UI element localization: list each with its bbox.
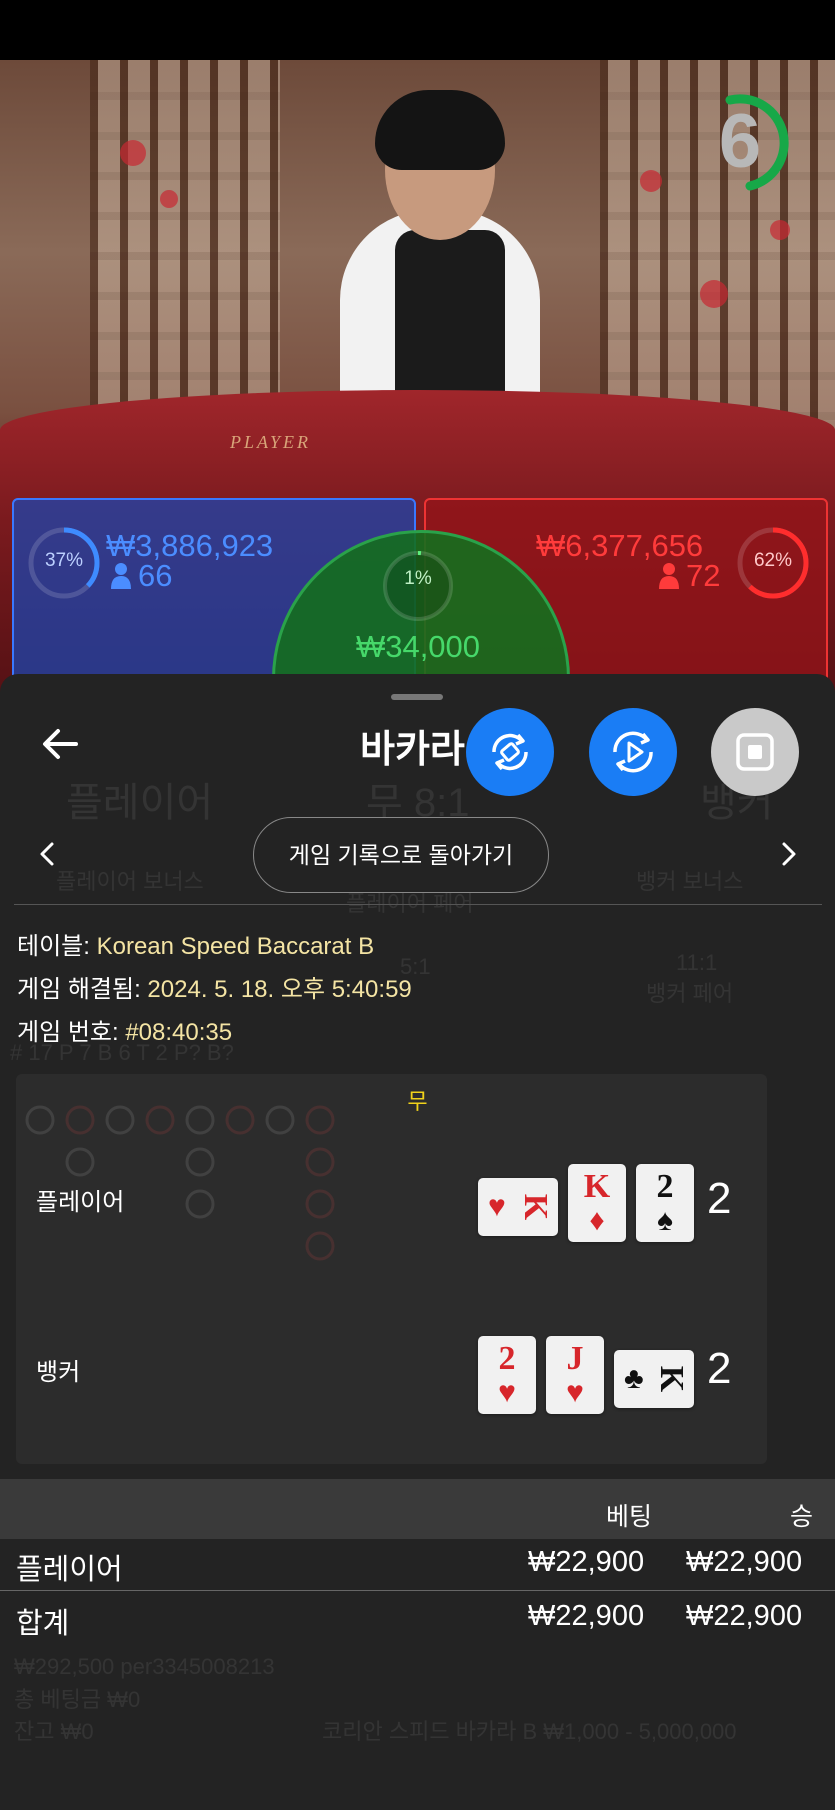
total-bet: ₩22,900 [528, 1600, 645, 1632]
ghost-player: 플레이어 [66, 781, 214, 825]
arrow-left-icon [43, 729, 78, 759]
chevron-right-icon [782, 842, 796, 866]
sheet-drag-handle[interactable] [391, 694, 443, 700]
player-bettor-count: 66 [138, 558, 173, 593]
game-number-value: #08:40:35 [125, 1019, 233, 1046]
player-card-suit-icon: ♦ [589, 1204, 605, 1237]
chevron-left-icon [40, 842, 54, 866]
resolved-info-value: 2024. 5. 18. 오후 5:40:59 [147, 976, 412, 1003]
bets-table-header: 베팅 승 [0, 1479, 835, 1539]
sync-icon [492, 733, 528, 771]
banker-card-rank: K [653, 1365, 691, 1393]
banker-user-icon [658, 562, 680, 590]
result-outcome: 무 [407, 1089, 428, 1114]
row-win: ₩22,900 [686, 1546, 803, 1578]
total-row: 합계 ₩22,900 ₩22,900 [0, 1590, 835, 1640]
player-card-2: K ♦ [568, 1164, 626, 1242]
stop-icon [736, 733, 774, 771]
banker-hand-label: 뱅커 [36, 1359, 81, 1386]
game-number-info: 게임 번호: #08:40:35 [17, 1012, 232, 1047]
player-hand-label: 플레이어 [36, 1189, 125, 1216]
ghost-balance-2: 총 베팅금 ₩0 [14, 1687, 141, 1712]
banker-bettor-count: 72 [686, 558, 721, 593]
ghost-banker-pair: 뱅커 페어 [646, 981, 734, 1006]
previous-game-button[interactable] [32, 834, 64, 874]
banker-card-2: J ♥ [546, 1336, 604, 1414]
banker-hand-total: 2 [707, 1344, 732, 1393]
banker-card-3: K ♣ [614, 1350, 694, 1408]
status-bar [0, 0, 835, 60]
player-card-rank: K [583, 1168, 611, 1205]
player-bet-amount: ₩3,886,923 [106, 528, 274, 563]
banker-card-suit-icon: ♥ [498, 1376, 516, 1409]
player-hand-total: 2 [707, 1174, 732, 1223]
table-player-word: PLAYER [230, 432, 312, 452]
win-column-header: 승 [790, 1503, 814, 1531]
banker-card-suit-icon: ♣ [624, 1362, 644, 1395]
ghost-balance-3: 잔고 ₩0 [14, 1719, 94, 1744]
total-name: 합계 [16, 1608, 70, 1640]
ghost-banker-bonus: 뱅커 보너스 [636, 869, 744, 894]
divider [14, 904, 822, 905]
ghost-player-bonus: 플레이어 보너스 [56, 869, 204, 894]
player-card-rank: K [517, 1193, 555, 1221]
table-info: 테이블: Korean Speed Baccarat B [17, 926, 374, 961]
resolved-info: 게임 해결됨: 2024. 5. 18. 오후 5:40:59 [17, 969, 412, 1004]
game-history-sheet: 플레이어 무 8:1 뱅커 플레이어 보너스 플레이어 페어 뱅커 보너스 5:… [0, 674, 835, 1810]
banker-card-rank: J [566, 1340, 584, 1377]
banker-percent: 62% [753, 550, 793, 571]
back-button[interactable] [36, 718, 88, 770]
countdown-number: 6 [718, 99, 762, 184]
table-row: 플레이어 ₩22,900 ₩22,900 [0, 1538, 835, 1588]
banker-card-rank: 2 [498, 1340, 516, 1377]
page-title: 바카라 [360, 729, 465, 771]
next-game-button[interactable] [772, 834, 804, 874]
ghost-table-limits: 코리안 스피드 바카라 B ₩1,000 - 5,000,000 [322, 1719, 737, 1744]
stop-button[interactable] [711, 708, 799, 796]
ghost-balance-1: ₩292,500 per3345008213 [14, 1654, 275, 1679]
resolved-info-label: 게임 해결됨: [17, 976, 141, 1003]
player-card-3: 2 ♠ [636, 1164, 694, 1242]
row-bet: ₩22,900 [528, 1546, 645, 1578]
player-card-rank: 2 [656, 1168, 674, 1205]
sync-button[interactable] [466, 708, 554, 796]
player-user-icon [110, 562, 132, 590]
row-name: 플레이어 [16, 1554, 123, 1586]
replay-button[interactable] [589, 708, 677, 796]
banker-card-1: 2 ♥ [478, 1336, 536, 1414]
tie-percent: 1% [404, 568, 432, 589]
table-info-label: 테이블: [17, 933, 90, 960]
ghost-pair-11: 11:1 [676, 950, 718, 975]
back-to-history-button[interactable]: 게임 기록으로 돌아가기 [253, 817, 549, 893]
ghost-roadmap [25, 1105, 335, 1261]
banker-card-suit-icon: ♥ [566, 1376, 584, 1409]
total-win: ₩22,900 [686, 1600, 803, 1632]
player-card-1: K ♥ [478, 1178, 558, 1236]
game-number-label: 게임 번호: [17, 1019, 119, 1046]
player-card-suit-icon: ♠ [657, 1204, 673, 1237]
player-percent: 37% [44, 550, 84, 571]
bet-column-header: 베팅 [606, 1503, 653, 1531]
player-card-suit-icon: ♥ [488, 1190, 506, 1223]
table-info-value: Korean Speed Baccarat B [96, 933, 375, 960]
replay-icon [613, 731, 653, 773]
banker-bet-amount: ₩6,377,656 [536, 528, 704, 563]
tie-bet-amount: ₩34,000 [355, 629, 481, 664]
